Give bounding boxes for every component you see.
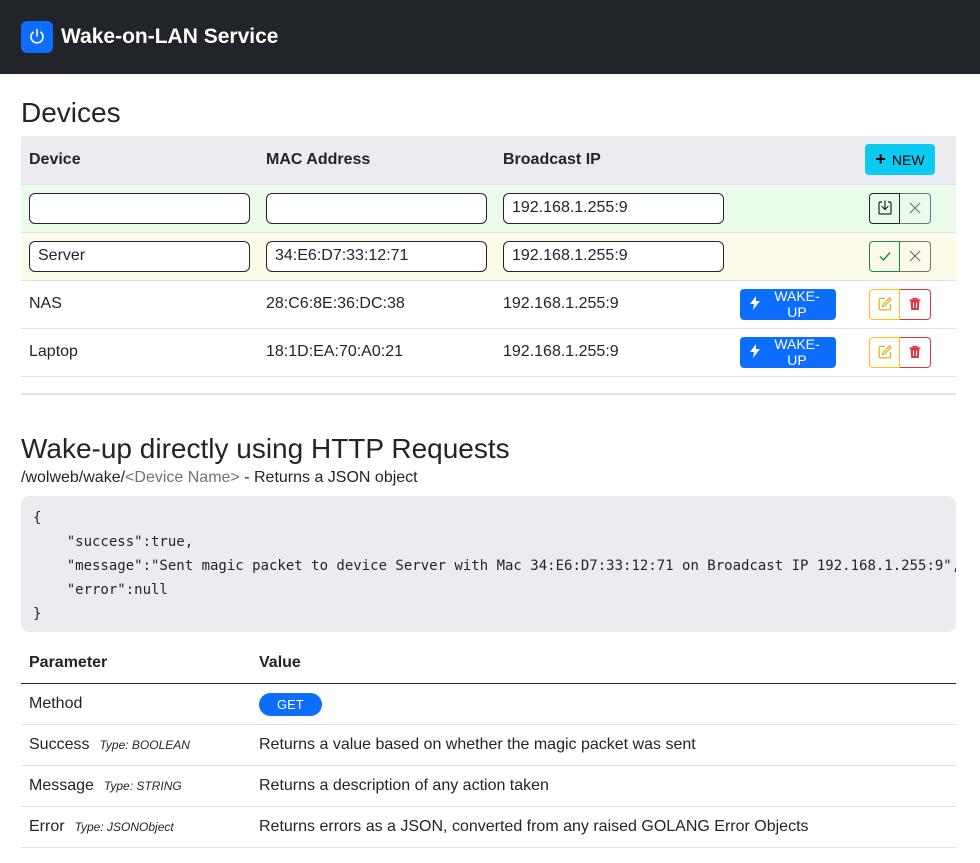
parameter-value: Returns a description of any action take…: [251, 765, 956, 807]
empty-cell: [732, 184, 844, 233]
edit-device-row: [21, 232, 956, 281]
cancel-edit-button[interactable]: [900, 240, 931, 272]
endpoint-line: /wolweb/wake/<Device Name> - Returns a J…: [21, 469, 956, 491]
edit-row-actions: [869, 240, 931, 272]
save-new-button[interactable]: [869, 192, 900, 224]
device-row: Laptop 18:1D:EA:70:A0:21 192.168.1.255:9…: [21, 328, 956, 377]
devices-table: Device MAC Address Broadcast IP + NEW 19…: [21, 136, 956, 377]
http-heading: Wake-up directly using HTTP Requests: [21, 432, 510, 464]
lightning-icon: [750, 343, 760, 361]
device-broadcast: 192.168.1.255:9: [495, 280, 732, 329]
devices-header-row: Device MAC Address Broadcast IP + NEW: [21, 136, 956, 185]
new-device-row: [21, 184, 956, 233]
column-header-parameter: Parameter: [21, 643, 251, 684]
parameter-value: Returns a value based on whether the mag…: [251, 724, 956, 766]
new-device-mac-input[interactable]: [266, 192, 487, 224]
close-icon: [909, 250, 921, 262]
row-actions: [869, 336, 931, 368]
navbar: Wake-on-LAN Service: [0, 0, 980, 74]
column-header-mac: MAC Address: [258, 136, 495, 185]
edit-device-name-input[interactable]: [29, 240, 250, 272]
parameter-row: Success Type: BOOLEAN Returns a value bas…: [21, 724, 956, 766]
plus-icon: +: [875, 149, 886, 170]
section-divider: [21, 392, 956, 395]
confirm-edit-button[interactable]: [869, 240, 900, 272]
save-icon: [877, 200, 892, 215]
new-device-button[interactable]: + NEW: [865, 144, 935, 176]
parameter-row: Message Type: STRING Returns a descriptio…: [21, 765, 956, 807]
parameters-table: Parameter Value Method GET Success Type: …: [21, 643, 956, 848]
edit-device-broadcast-input[interactable]: [503, 240, 724, 272]
endpoint-placeholder: <Device Name>: [125, 468, 240, 486]
lightning-icon: [750, 295, 760, 313]
parameter-type: Type: JSONObject: [74, 820, 174, 834]
device-broadcast: 192.168.1.255:9: [495, 328, 732, 377]
cancel-new-button[interactable]: [900, 192, 931, 224]
edit-icon: [878, 297, 892, 311]
device-row: NAS 28:C6:8E:36:DC:38 192.168.1.255:9 WA…: [21, 280, 956, 329]
parameter-row: Error Type: JSONObject Returns errors as …: [21, 806, 956, 848]
edit-device-button[interactable]: [869, 288, 900, 320]
wake-up-button[interactable]: WAKE-UP: [740, 336, 836, 368]
endpoint-path: /wolweb/wake/: [21, 468, 126, 486]
edit-icon: [878, 345, 892, 359]
wake-up-button[interactable]: WAKE-UP: [740, 288, 836, 320]
device-name: Laptop: [21, 328, 258, 377]
edit-device-mac-input[interactable]: [266, 240, 487, 272]
endpoint-description: - Returns a JSON object: [239, 468, 418, 486]
trash-icon: [909, 297, 921, 310]
device-name: NAS: [21, 280, 258, 329]
parameters-header-row: Parameter Value: [21, 643, 956, 684]
row-actions: [869, 288, 931, 320]
column-header-actions: + NEW: [844, 136, 956, 185]
parameter-row: Method GET: [21, 683, 956, 725]
parameter-value: Returns errors as a JSON, converted from…: [251, 806, 956, 848]
new-device-name-input[interactable]: [29, 192, 250, 224]
close-icon: [909, 202, 921, 214]
parameter-type: Type: STRING: [103, 779, 182, 793]
edit-device-button[interactable]: [869, 336, 900, 368]
main-content: Devices Device MAC Address Broadcast IP …: [0, 96, 980, 848]
column-header-value: Value: [251, 643, 956, 684]
delete-device-button[interactable]: [900, 336, 931, 368]
new-row-actions: [869, 192, 931, 224]
parameter-name: Error: [29, 818, 65, 835]
devices-heading: Devices: [21, 97, 121, 128]
column-header-wake: [732, 136, 844, 185]
empty-cell: [732, 232, 844, 281]
device-mac: 28:C6:8E:36:DC:38: [258, 280, 495, 329]
wake-up-label: WAKE-UP: [774, 288, 820, 320]
parameter-name: Method: [21, 683, 251, 725]
column-header-device: Device: [21, 136, 258, 185]
power-icon[interactable]: [21, 21, 53, 53]
app-title[interactable]: Wake-on-LAN Service: [61, 25, 278, 49]
check-icon: [879, 252, 891, 262]
delete-device-button[interactable]: [900, 288, 931, 320]
column-header-broadcast: Broadcast IP: [495, 136, 732, 185]
new-device-broadcast-input[interactable]: [503, 192, 724, 224]
parameter-type: Type: BOOLEAN: [99, 738, 190, 752]
new-device-label: NEW: [891, 151, 925, 168]
json-example: { "success":true, "message":"Sent magic …: [21, 495, 956, 632]
method-badge: GET: [259, 692, 322, 716]
wake-up-label: WAKE-UP: [774, 336, 820, 368]
parameter-name: Success: [29, 736, 90, 753]
device-mac: 18:1D:EA:70:A0:21: [258, 328, 495, 377]
parameter-name: Message: [29, 777, 94, 794]
trash-icon: [909, 345, 921, 358]
